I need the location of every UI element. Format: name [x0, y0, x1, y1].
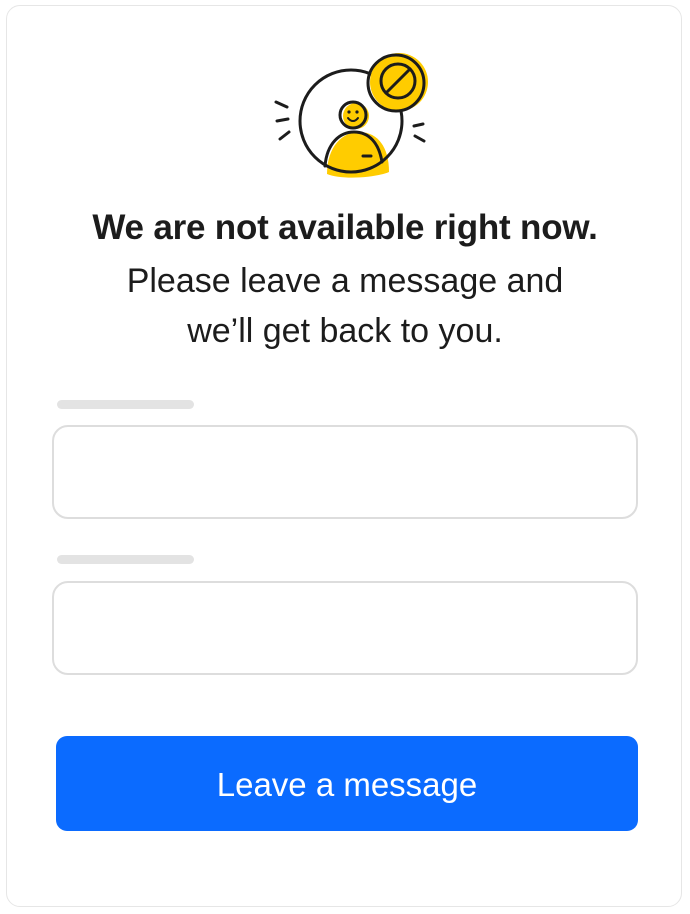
- subtitle: Please leave a message and we’ll get bac…: [7, 256, 683, 356]
- sparkle-right-icon: [412, 122, 426, 143]
- field-2-label-placeholder: [57, 555, 194, 564]
- message-field-1[interactable]: [52, 425, 638, 519]
- unavailable-agent-icon: [274, 53, 428, 178]
- leave-message-button[interactable]: Leave a message: [56, 736, 638, 831]
- field-1-label-placeholder: [57, 400, 194, 409]
- offline-message-card: We are not available right now. Please l…: [6, 5, 682, 907]
- prohibited-icon: [366, 53, 428, 113]
- subtitle-line-2: we’ll get back to you.: [187, 312, 503, 350]
- page-title: We are not available right now.: [92, 208, 598, 247]
- sparkle-left-icon: [274, 100, 291, 141]
- message-field-2[interactable]: [52, 581, 638, 675]
- subtitle-line-1: Please leave a message and: [126, 262, 564, 300]
